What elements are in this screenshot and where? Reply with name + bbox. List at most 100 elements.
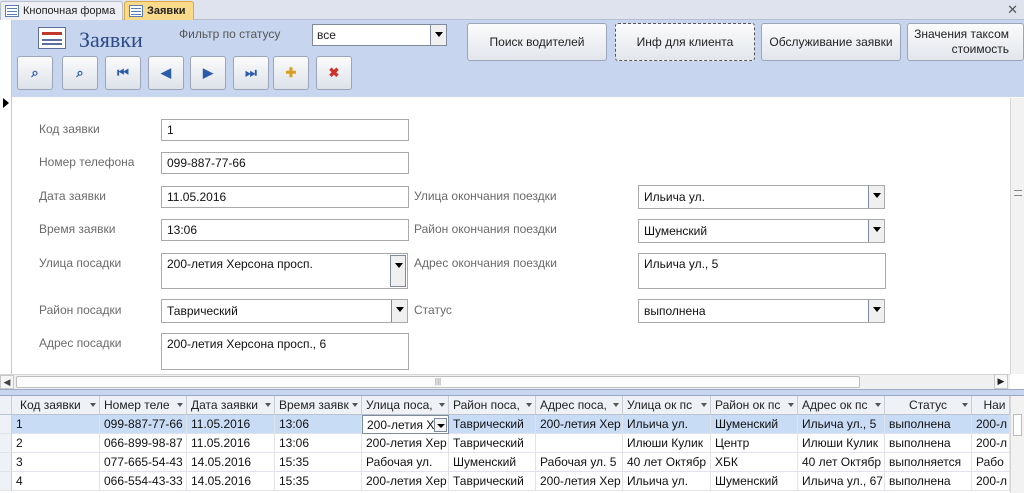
chevron-down-icon[interactable] xyxy=(177,403,183,407)
new-record-button[interactable]: ✚ xyxy=(273,56,309,90)
chevron-down-icon[interactable] xyxy=(526,403,532,407)
scroll-left-icon[interactable]: ◀ xyxy=(0,375,14,389)
table-cell[interactable]: Рабо xyxy=(972,453,1010,472)
form-vertical-scrollbar[interactable] xyxy=(1010,98,1024,374)
row-selector[interactable] xyxy=(0,415,12,434)
end-address-field[interactable]: Ильича ул., 5 xyxy=(638,253,886,289)
first-record-button[interactable]: ⏮ xyxy=(105,56,141,90)
chevron-down-icon[interactable] xyxy=(613,403,619,407)
column-header[interactable]: Адрес ок пс xyxy=(798,396,885,415)
form-horizontal-scrollbar[interactable]: ◀ ||| xyxy=(0,374,1010,389)
table-cell-combo[interactable]: 200-летия Х xyxy=(362,415,449,434)
tab-requests[interactable]: Заявки xyxy=(124,1,194,20)
table-cell[interactable]: 40 лет Октябр xyxy=(623,453,711,472)
column-header[interactable]: Статус xyxy=(885,396,972,415)
tab-button-form[interactable]: Кнопочная форма xyxy=(0,1,123,20)
pickup-street-select[interactable]: 200-летия Херсона просп. xyxy=(161,253,408,289)
table-cell[interactable]: Рабочая ул. xyxy=(362,453,449,472)
scroll-right-icon[interactable]: ▶ xyxy=(994,374,1008,389)
row-selector[interactable] xyxy=(0,434,12,453)
chevron-down-icon[interactable] xyxy=(265,403,271,407)
table-cell[interactable]: Рабочая ул. 5 xyxy=(536,453,623,472)
table-cell[interactable]: 099-887-77-66 xyxy=(100,415,187,434)
delete-record-button[interactable]: ✖ xyxy=(316,56,352,90)
table-cell[interactable]: Шуменский xyxy=(711,472,798,491)
table-cell[interactable]: 2 xyxy=(12,434,100,453)
pickup-address-field[interactable]: 200-летия Херсона просп., 6 xyxy=(161,333,409,370)
column-header[interactable]: Дата заявки xyxy=(187,396,275,415)
table-cell[interactable]: выполняется xyxy=(885,453,972,472)
column-header[interactable]: Адрес поса, xyxy=(536,396,623,415)
table-cell[interactable]: 200-летия Хер xyxy=(362,434,449,453)
search-drivers-button[interactable]: Поиск водителей xyxy=(467,23,607,61)
end-street-select[interactable]: Ильича ул. xyxy=(638,185,885,209)
date-field[interactable]: 11.05.2016 xyxy=(161,186,409,208)
table-cell[interactable]: 15:35 xyxy=(275,472,362,491)
prev-record-button[interactable]: ◀ xyxy=(148,56,184,90)
table-cell[interactable]: 200-л xyxy=(972,434,1010,453)
table-cell[interactable]: Ильича ул. xyxy=(623,472,711,491)
chevron-down-icon[interactable] xyxy=(434,418,447,432)
column-header[interactable]: Код заявки xyxy=(12,396,100,415)
chevron-down-icon[interactable] xyxy=(868,220,884,242)
grid-vertical-scrollbar[interactable] xyxy=(1010,396,1024,493)
table-cell[interactable]: 077-665-54-43 xyxy=(100,453,187,472)
pickup-district-select[interactable]: Таврический xyxy=(161,299,408,323)
status-filter-select[interactable]: все xyxy=(312,24,447,46)
table-cell[interactable]: 14.05.2016 xyxy=(187,472,275,491)
table-cell[interactable]: 3 xyxy=(12,453,100,472)
table-cell[interactable]: 200-л xyxy=(972,472,1010,491)
last-record-button[interactable]: ⏭ xyxy=(233,56,269,90)
table-cell[interactable]: 200-летия Хер xyxy=(536,472,623,491)
id-field[interactable]: 1 xyxy=(161,119,409,141)
column-header[interactable]: Номер теле xyxy=(100,396,187,415)
next-record-button[interactable]: ▶ xyxy=(190,56,226,90)
client-info-button[interactable]: Инф для клиента xyxy=(615,23,755,61)
table-cell[interactable]: 200-летия Хер xyxy=(362,472,449,491)
close-icon[interactable]: ✕ xyxy=(1007,2,1018,18)
find-button[interactable]: ⌕ xyxy=(17,56,53,90)
table-cell[interactable]: Илюши Кулик xyxy=(798,434,885,453)
table-cell[interactable]: 200-л xyxy=(972,415,1010,434)
chevron-down-icon[interactable] xyxy=(391,300,407,322)
table-cell[interactable]: Ильича ул. xyxy=(623,415,711,434)
column-header[interactable]: Район ок пс xyxy=(711,396,798,415)
row-selector[interactable] xyxy=(0,453,12,472)
table-cell[interactable]: 1 xyxy=(12,415,100,434)
taxometer-button[interactable]: Значения таксом стоимость xyxy=(907,23,1024,61)
table-cell[interactable]: выполнена xyxy=(885,472,972,491)
chevron-down-icon[interactable] xyxy=(701,403,707,407)
table-cell[interactable]: ХБК xyxy=(711,453,798,472)
chevron-down-icon[interactable] xyxy=(439,403,445,407)
table-cell[interactable]: 066-899-98-87 xyxy=(100,434,187,453)
chevron-down-icon[interactable] xyxy=(962,403,968,407)
table-cell[interactable]: Ильича ул., 67 xyxy=(798,472,885,491)
table-cell[interactable]: 4 xyxy=(12,472,100,491)
column-header[interactable]: Улица поса, xyxy=(362,396,449,415)
table-cell[interactable] xyxy=(536,434,623,453)
table-cell[interactable]: 15:35 xyxy=(275,453,362,472)
chevron-down-icon[interactable] xyxy=(868,300,884,322)
table-cell[interactable]: Таврический xyxy=(449,434,536,453)
chevron-down-icon[interactable] xyxy=(868,186,884,208)
column-header[interactable]: Улица ок пс xyxy=(623,396,711,415)
status-select[interactable]: выполнена xyxy=(638,299,885,323)
table-cell[interactable]: Шуменский xyxy=(711,415,798,434)
scroll-thumb[interactable] xyxy=(1013,414,1022,436)
table-cell[interactable]: Таврический xyxy=(449,415,536,434)
table-cell[interactable]: 11.05.2016 xyxy=(187,434,275,453)
request-service-button[interactable]: Обслуживание заявки xyxy=(761,23,901,61)
table-cell[interactable]: Центр xyxy=(711,434,798,453)
split-form-divider[interactable] xyxy=(0,389,1024,396)
phone-field[interactable]: 099-887-77-66 xyxy=(161,152,409,174)
column-header[interactable]: Район поса, xyxy=(449,396,536,415)
table-cell[interactable]: 11.05.2016 xyxy=(187,415,275,434)
chevron-down-icon[interactable] xyxy=(875,403,881,407)
table-cell[interactable]: выполнена xyxy=(885,434,972,453)
chevron-down-icon[interactable] xyxy=(352,403,358,407)
table-cell[interactable]: выполнена xyxy=(885,415,972,434)
table-cell[interactable]: 13:06 xyxy=(275,434,362,453)
table-cell[interactable]: 40 лет Октябр xyxy=(798,453,885,472)
table-cell[interactable]: Таврический xyxy=(449,472,536,491)
pickup-street-dropdown[interactable] xyxy=(390,255,406,287)
